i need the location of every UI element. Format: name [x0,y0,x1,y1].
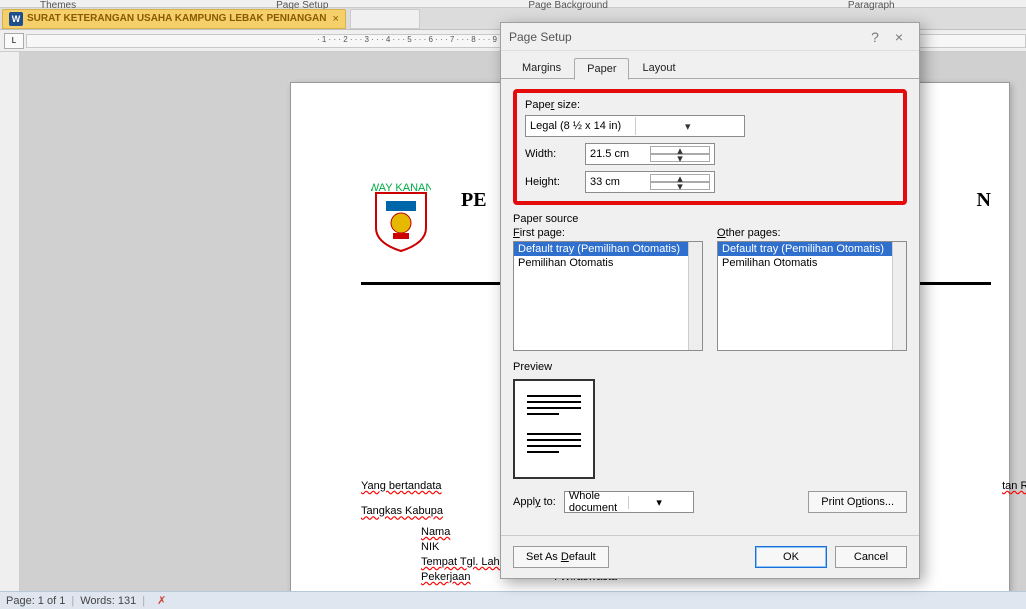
status-page[interactable]: Page: 1 of 1 [6,595,65,607]
dialog-close-icon[interactable]: × [887,29,911,45]
width-spinner[interactable]: ▴▾ [650,146,710,162]
paper-size-value: Legal (8 ½ x 14 in) [530,120,635,132]
page-setup-dialog: Page Setup ? × Margins Paper Layout Pape… [500,22,920,579]
width-value: 21.5 cm [590,148,650,160]
paper-size-highlight: Paper size: Legal (8 ½ x 14 in) ▾ Width:… [513,89,907,205]
list-item[interactable]: Default tray (Pemilihan Otomatis) [718,242,906,256]
chevron-down-icon: ▾ [628,496,689,509]
ribbon-paragraph[interactable]: Paragraph [808,0,935,7]
apply-to-value: Whole document [569,490,629,514]
height-input[interactable]: 33 cm ▴▾ [585,171,715,193]
preview-thumbnail [513,379,595,479]
dialog-help-icon[interactable]: ? [863,29,887,45]
apply-to-row: Apply to: Whole document ▾ Print Options… [513,491,907,513]
height-value: 33 cm [590,176,650,188]
tab-stop-selector[interactable]: L [4,33,24,49]
height-label: Height: [525,176,585,188]
document-body-text: Yang bertandata Tangkas Kabupa [361,473,443,523]
document-tab-title: SURAT KETERANGAN USAHA KAMPUNG LEBAK PEN… [27,13,326,24]
paper-size-dropdown[interactable]: Legal (8 ½ x 14 in) ▾ [525,115,745,137]
status-bar: Page: 1 of 1 | Words: 131 | ✗ [0,591,1026,609]
vertical-ruler[interactable] [0,52,20,591]
document-logo: WAY KANAN [371,183,431,253]
ok-button[interactable]: OK [755,546,827,568]
ribbon-themes[interactable]: Themes [0,0,116,7]
scrollbar[interactable] [688,242,702,350]
preview-section: Preview [513,361,907,479]
first-page-listbox[interactable]: Default tray (Pemilihan Otomatis) Pemili… [513,241,703,351]
list-item[interactable]: Pemilihan Otomatis [718,256,906,270]
chevron-down-icon: ▾ [635,117,741,135]
ribbon-page-background[interactable]: Page Background [488,0,648,7]
document-heading-left: PE [461,189,487,212]
apply-to-dropdown[interactable]: Whole document ▾ [564,491,694,513]
dialog-body: Paper size: Legal (8 ½ x 14 in) ▾ Width:… [501,78,919,525]
dialog-footer: Set As Default OK Cancel [501,535,919,578]
scrollbar[interactable] [892,242,906,350]
print-options-button[interactable]: Print Options... [808,491,907,513]
list-item[interactable]: Pemilihan Otomatis [514,256,702,270]
dialog-title: Page Setup [509,30,863,44]
width-label: Width: [525,148,585,160]
status-words[interactable]: Words: 131 [80,595,136,607]
proofing-error-icon[interactable]: ✗ [157,594,166,607]
ribbon-page-setup[interactable]: Page Setup [236,0,368,7]
apply-to-label: Apply to: [513,496,556,508]
paper-source-section: Paper source First page: Default tray (P… [513,213,907,351]
document-tab-close-icon[interactable]: × [332,13,338,25]
cancel-button[interactable]: Cancel [835,546,907,568]
dialog-tabs: Margins Paper Layout [501,51,919,79]
width-input[interactable]: 21.5 cm ▴▾ [585,143,715,165]
document-heading-right: N [977,189,991,212]
tab-paper[interactable]: Paper [574,58,629,80]
ribbon-group-labels: Themes Page Setup Page Background Paragr… [0,0,1026,8]
document-body-text-right: tan Rebang [1002,473,1026,498]
dialog-titlebar[interactable]: Page Setup ? × [501,23,919,51]
document-tab-active[interactable]: W SURAT KETERANGAN USAHA KAMPUNG LEBAK P… [2,9,346,29]
paper-source-label: Paper source [513,213,907,225]
tab-margins[interactable]: Margins [509,57,574,79]
other-pages-listbox[interactable]: Default tray (Pemilihan Otomatis) Pemili… [717,241,907,351]
first-page-label: First page: [513,227,703,239]
document-tab-empty[interactable] [350,9,420,29]
preview-label: Preview [513,361,907,373]
word-icon: W [9,12,23,26]
paper-size-label: Paper size: [525,99,895,111]
height-spinner[interactable]: ▴▾ [650,174,710,190]
list-item[interactable]: Default tray (Pemilihan Otomatis) [514,242,702,256]
set-as-default-button[interactable]: Set As Default [513,546,609,568]
other-pages-label: Other pages: [717,227,907,239]
tab-layout[interactable]: Layout [629,57,688,79]
